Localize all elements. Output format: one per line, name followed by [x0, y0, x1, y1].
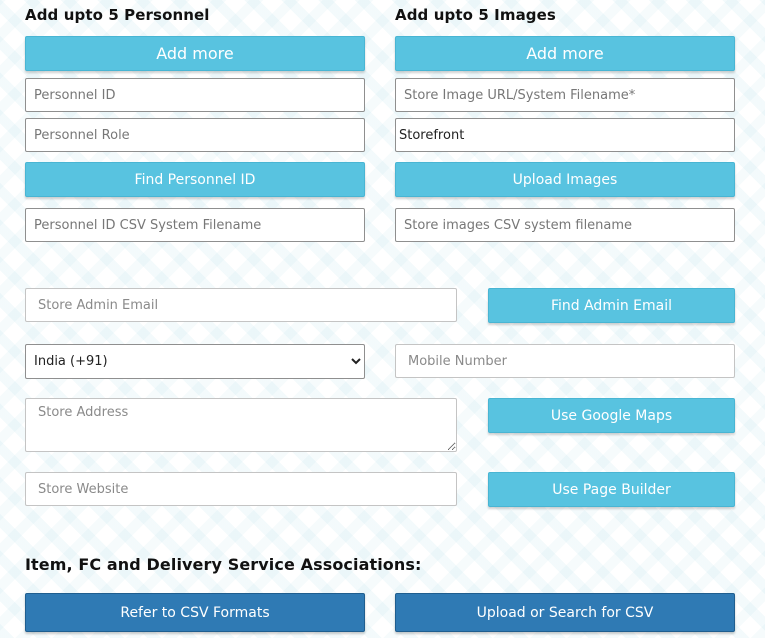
find-admin-email-button[interactable]: Find Admin Email — [488, 288, 735, 323]
store-website-input[interactable] — [25, 472, 457, 506]
personnel-heading: Add upto 5 Personnel — [25, 6, 210, 24]
associations-heading: Item, FC and Delivery Service Associatio… — [25, 555, 422, 574]
images-heading: Add upto 5 Images — [395, 6, 556, 24]
country-code-select[interactable]: India (+91) — [25, 344, 365, 379]
store-image-url-input[interactable] — [395, 78, 735, 112]
use-google-maps-button[interactable]: Use Google Maps — [488, 398, 735, 433]
personnel-role-input[interactable] — [25, 118, 365, 152]
personnel-add-more-button[interactable]: Add more — [25, 36, 365, 71]
upload-images-button[interactable]: Upload Images — [395, 162, 735, 197]
store-images-csv-filename-input[interactable] — [395, 208, 735, 242]
personnel-id-input[interactable] — [25, 78, 365, 112]
find-personnel-id-button[interactable]: Find Personnel ID — [25, 162, 365, 197]
mobile-number-input[interactable] — [395, 344, 735, 378]
personnel-csv-filename-input[interactable] — [25, 208, 365, 242]
store-image-name-input[interactable] — [395, 118, 735, 152]
upload-search-csv-button[interactable]: Upload or Search for CSV — [395, 593, 735, 632]
images-add-more-button[interactable]: Add more — [395, 36, 735, 71]
store-address-textarea[interactable] — [25, 398, 457, 452]
use-page-builder-button[interactable]: Use Page Builder — [488, 472, 735, 507]
refer-csv-formats-button[interactable]: Refer to CSV Formats — [25, 593, 365, 632]
store-admin-email-input[interactable] — [25, 288, 457, 322]
